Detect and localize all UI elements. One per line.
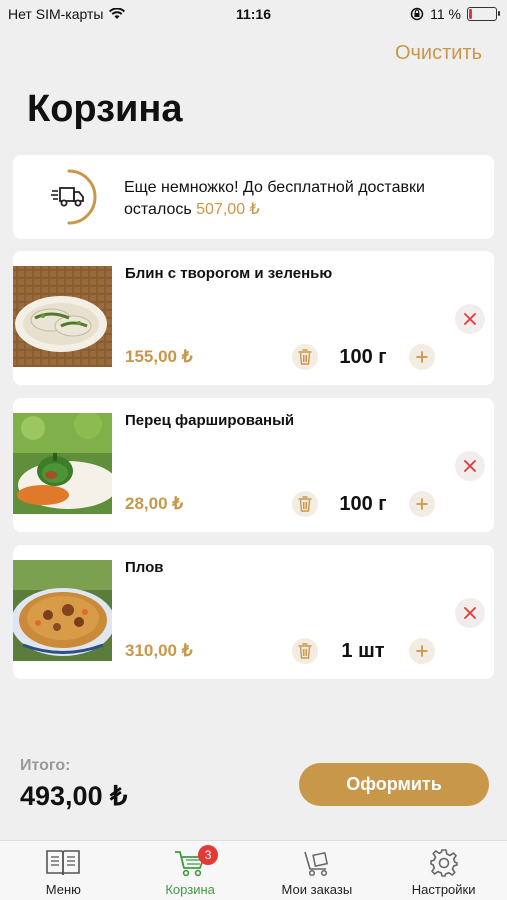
remove-item-button[interactable]	[455, 451, 485, 481]
item-price: 28,00 ₺	[125, 494, 184, 513]
free-delivery-card: Еще немножко! До бесплатной доставки ост…	[13, 155, 494, 239]
decrease-quantity-button[interactable]	[292, 491, 318, 517]
trash-icon	[298, 496, 312, 512]
remove-item-button[interactable]	[455, 598, 485, 628]
plus-icon	[416, 498, 428, 510]
total-value: 493,00 ₺	[20, 781, 128, 811]
battery-icon	[467, 7, 500, 21]
cart-item: Плов 310,00 ₺ 1 шт	[13, 545, 494, 679]
tab-label: Мои заказы	[281, 882, 353, 897]
remove-item-button[interactable]	[455, 304, 485, 334]
item-name: Блин с творогом и зеленью	[125, 265, 333, 282]
product-image	[13, 560, 112, 661]
page-title: Корзина	[27, 88, 183, 130]
item-price: 155,00 ₺	[125, 347, 193, 366]
menu-book-icon	[46, 850, 81, 876]
tab-label: Меню	[45, 882, 81, 897]
checkout-button[interactable]: Оформить	[299, 763, 489, 806]
status-right: 11 %	[410, 6, 500, 22]
trash-icon	[298, 643, 312, 659]
item-name: Плов	[125, 559, 164, 576]
increase-quantity-button[interactable]	[409, 491, 435, 517]
product-image	[13, 413, 112, 514]
trash-icon	[298, 349, 312, 365]
delivery-message: Еще немножко! До бесплатной доставки ост…	[124, 177, 478, 221]
tab-cart[interactable]: 3 Корзина	[127, 841, 254, 900]
status-bar: Нет SIM-карты 11:16 11 %	[0, 0, 507, 30]
close-icon	[464, 313, 476, 325]
clear-cart-button[interactable]: Очистить	[395, 42, 482, 65]
delivery-remaining-amount: 507,00 ₺	[196, 201, 260, 218]
increase-quantity-button[interactable]	[409, 344, 435, 370]
tab-label: Корзина	[165, 882, 215, 897]
tab-orders-icon-wrap	[302, 847, 332, 879]
tab-cart-icon-wrap: 3	[174, 845, 219, 879]
plus-icon	[416, 351, 428, 363]
cart-item: Перец фаршированый 28,00 ₺ 100 г	[13, 398, 494, 532]
item-name: Перец фаршированый	[125, 412, 295, 429]
decrease-quantity-button[interactable]	[292, 638, 318, 664]
tab-menu-icon-wrap	[45, 847, 81, 879]
tab-label: Настройки	[411, 882, 476, 897]
item-quantity: 100 г	[339, 493, 387, 515]
gear-icon	[429, 849, 458, 877]
delivery-progress	[39, 167, 99, 227]
tab-menu[interactable]: Меню	[0, 841, 127, 900]
tab-settings[interactable]: Настройки	[380, 841, 507, 900]
item-quantity: 1 шт	[341, 640, 385, 662]
item-price: 310,00 ₺	[125, 641, 193, 660]
orders-cart-icon	[304, 851, 328, 877]
delivery-truck-icon	[51, 187, 84, 207]
cart-count-badge: 3	[198, 845, 219, 865]
tab-settings-icon-wrap	[429, 847, 459, 879]
decrease-quantity-button[interactable]	[292, 344, 318, 370]
cart-item: Блин с творогом и зеленью 155,00 ₺ 100 г	[13, 251, 494, 385]
battery-level	[469, 9, 472, 19]
item-quantity: 100 г	[339, 346, 387, 368]
plus-icon	[416, 645, 428, 657]
rotation-lock-icon	[410, 7, 424, 21]
tab-orders[interactable]: Мои заказы	[254, 841, 381, 900]
close-icon	[464, 460, 476, 472]
product-image	[13, 266, 112, 367]
delivery-message-text: Еще немножко! До бесплатной доставки ост…	[124, 179, 425, 218]
close-icon	[464, 607, 476, 619]
tab-bar: Меню 3 Корзина Мои заказы Настройки	[0, 840, 507, 900]
total-label: Итого:	[20, 757, 71, 774]
increase-quantity-button[interactable]	[409, 638, 435, 664]
battery-percent: 11 %	[430, 6, 461, 22]
